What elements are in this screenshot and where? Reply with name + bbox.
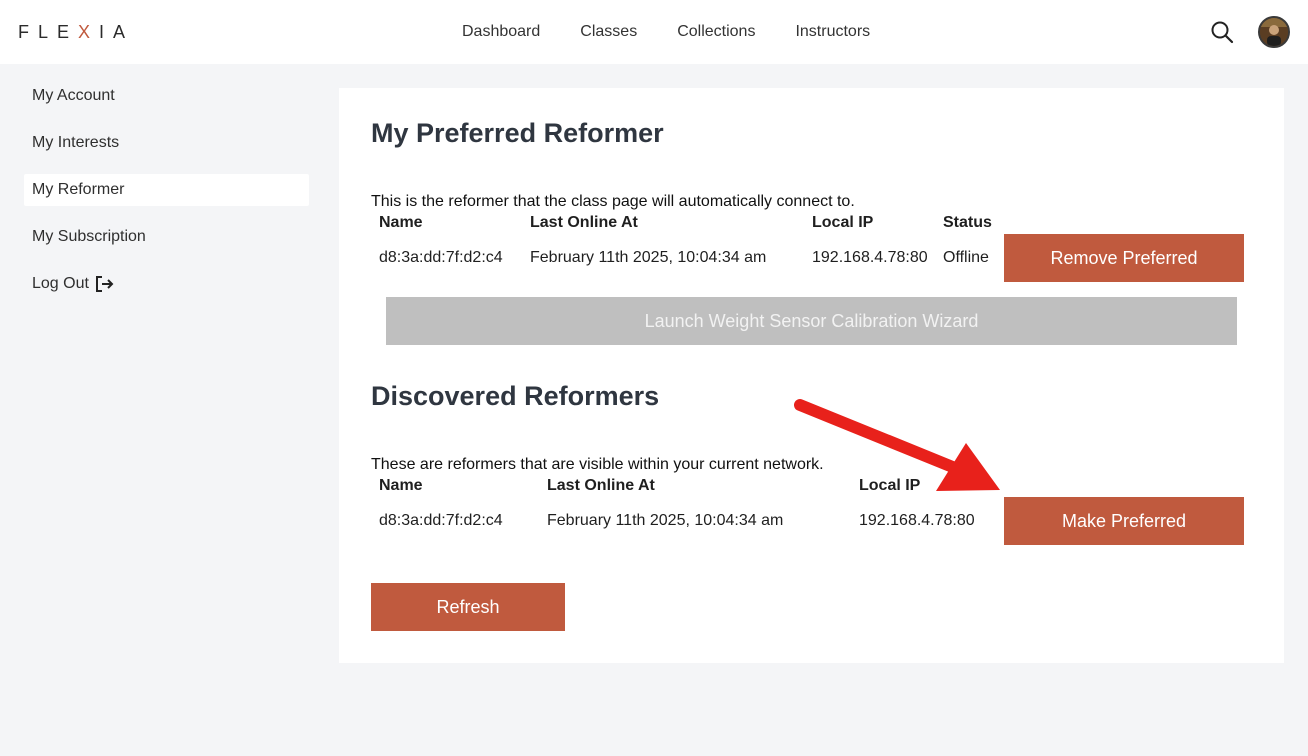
- calibration-wizard-button[interactable]: Launch Weight Sensor Calibration Wizard: [386, 297, 1237, 345]
- preferred-row-name: d8:3a:dd:7f:d2:c4: [379, 249, 503, 266]
- sidebar-item-label: My Subscription: [32, 228, 146, 245]
- preferred-row-local-ip: 192.168.4.78:80: [812, 249, 928, 266]
- discovered-col-last-online: Last Online At: [547, 477, 655, 494]
- nav-dashboard[interactable]: Dashboard: [462, 23, 540, 41]
- account-sidebar: My Account My Interests My Reformer My S…: [24, 80, 309, 315]
- logout-icon: [95, 276, 114, 292]
- sidebar-item-label: My Interests: [32, 134, 120, 151]
- remove-preferred-button[interactable]: Remove Preferred: [1004, 234, 1244, 282]
- discovered-row-name: d8:3a:dd:7f:d2:c4: [379, 512, 503, 529]
- search-icon[interactable]: [1210, 20, 1234, 44]
- sidebar-item-label: Log Out: [32, 275, 89, 292]
- sidebar-item-label: My Account: [32, 87, 115, 104]
- preferred-reformer-title: My Preferred Reformer: [371, 118, 664, 148]
- discovered-reformers-title: Discovered Reformers: [371, 381, 660, 411]
- logo-text-right: IA: [99, 21, 135, 42]
- main-nav: Dashboard Classes Collections Instructor…: [462, 0, 870, 64]
- sidebar-item-log-out[interactable]: Log Out: [24, 268, 309, 300]
- discovered-description: These are reformers that are visible wit…: [371, 456, 824, 473]
- preferred-col-local-ip: Local IP: [812, 214, 874, 231]
- discovered-row-last-online: February 11th 2025, 10:04:34 am: [547, 512, 784, 529]
- refresh-button[interactable]: Refresh: [371, 583, 565, 631]
- preferred-row-status: Offline: [943, 249, 989, 266]
- nav-classes[interactable]: Classes: [580, 23, 637, 41]
- flexia-logo[interactable]: FLE X IA: [18, 20, 134, 44]
- preferred-col-name: Name: [379, 214, 423, 231]
- sidebar-item-my-subscription[interactable]: My Subscription: [24, 221, 309, 253]
- preferred-description: This is the reformer that the class page…: [371, 193, 855, 210]
- make-preferred-button[interactable]: Make Preferred: [1004, 497, 1244, 545]
- discovered-col-local-ip: Local IP: [859, 477, 921, 494]
- discovered-col-name: Name: [379, 477, 423, 494]
- top-bar: FLE X IA Dashboard Classes Collections Ins…: [0, 0, 1308, 64]
- preferred-row-last-online: February 11th 2025, 10:04:34 am: [530, 249, 767, 266]
- sidebar-item-my-account[interactable]: My Account: [24, 80, 309, 112]
- discovered-row-local-ip: 192.168.4.78:80: [859, 512, 975, 529]
- logo-text-left: FLE: [18, 21, 79, 42]
- preferred-col-status: Status: [943, 214, 992, 231]
- reformer-panel: My Preferred Reformer This is the reform…: [339, 88, 1284, 663]
- nav-collections[interactable]: Collections: [677, 23, 755, 41]
- sidebar-item-my-interests[interactable]: My Interests: [24, 127, 309, 159]
- nav-instructors[interactable]: Instructors: [795, 23, 870, 41]
- preferred-col-last-online: Last Online At: [530, 214, 638, 231]
- sidebar-item-label: My Reformer: [32, 181, 125, 198]
- sidebar-item-my-reformer[interactable]: My Reformer: [24, 174, 309, 206]
- user-avatar[interactable]: [1258, 16, 1290, 48]
- logo-text-x: X: [78, 21, 100, 42]
